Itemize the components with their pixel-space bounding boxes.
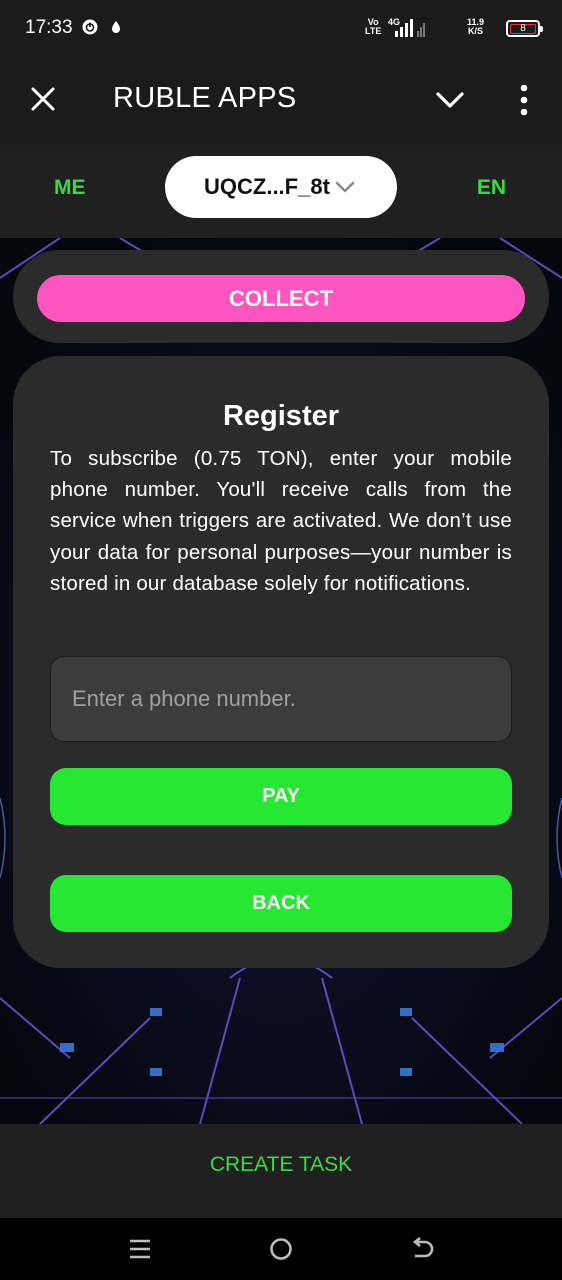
back-button[interactable]: BACK [50, 875, 512, 932]
power-icon [82, 19, 98, 35]
create-task-button[interactable]: CREATE TASK [0, 1153, 562, 1177]
phone-input[interactable] [50, 656, 512, 742]
status-time: 17:33 [25, 17, 73, 38]
wallet-address: UQCZ...F_8t [204, 174, 330, 199]
register-card: Register To subscribe (0.75 TON), enter … [13, 356, 549, 968]
language-selector[interactable]: EN [477, 176, 506, 200]
system-nav-bar [0, 1218, 562, 1280]
status-right-cluster: Vo LTE 4G 11.9 K/S 8 [365, 17, 543, 40]
nav-me[interactable]: ME [54, 176, 86, 200]
collect-card: COLLECT [13, 250, 549, 343]
screen: 17:33 Vo LTE 4G 11.9 K/S 8 RUBLE APPS ME… [0, 0, 562, 1280]
back-nav-icon[interactable] [409, 1237, 435, 1261]
chevron-down-icon [335, 181, 355, 193]
register-title: Register [222, 400, 340, 432]
battery-level: 8 [510, 24, 536, 34]
status-bar: 17:33 Vo LTE 4G 11.9 K/S 8 [0, 0, 562, 56]
signal-icon [395, 19, 425, 37]
app-title: RUBLE APPS [113, 82, 297, 114]
bottom-bar: CREATE TASK [0, 1124, 562, 1218]
chevron-down-icon[interactable] [432, 86, 468, 114]
close-icon[interactable] [26, 82, 60, 116]
wallet-selector[interactable]: UQCZ...F_8t [165, 156, 397, 218]
volte-indicator: Vo LTE [365, 17, 382, 36]
collect-button[interactable]: COLLECT [37, 275, 525, 322]
more-vertical-icon[interactable] [508, 82, 540, 118]
top-nav: ME UQCZ...F_8t EN [0, 146, 562, 238]
battery-icon: 8 [506, 20, 543, 37]
drop-icon [112, 21, 120, 33]
pay-button[interactable]: PAY [50, 768, 512, 825]
app-header: RUBLE APPS [0, 56, 562, 146]
home-icon[interactable] [269, 1237, 293, 1261]
network-speed: 11.9 K/S [467, 17, 485, 36]
register-description: To subscribe (0.75 TON), enter your mobi… [50, 447, 512, 595]
recent-apps-icon[interactable] [128, 1238, 152, 1260]
